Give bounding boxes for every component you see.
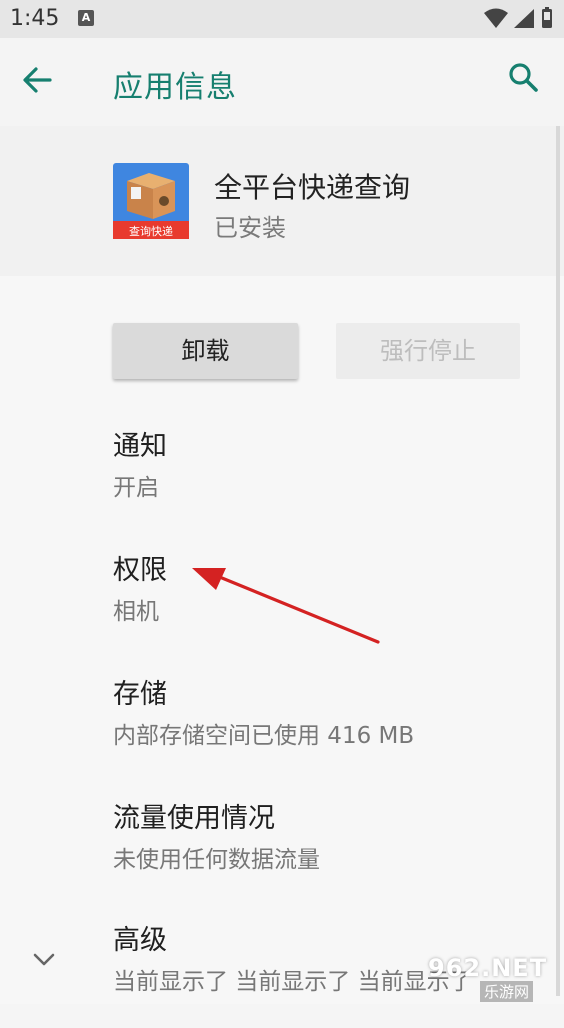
item-subtitle: 未使用任何数据流量 [113, 847, 320, 873]
app-name: 全平台快递查询 [214, 171, 411, 204]
item-subtitle: 相机 [113, 599, 159, 625]
battery-icon [542, 7, 552, 28]
item-title: 高级 [113, 925, 167, 956]
app-header: 查询快递 全平台快递查询 已安装 [0, 126, 564, 276]
app-icon-banner: 查询快递 [129, 224, 173, 238]
back-arrow-icon [23, 67, 52, 93]
data-usage-item[interactable]: 流量使用情况 未使用任何数据流量 [0, 796, 556, 906]
status-bar: 1:45 A [0, 0, 564, 38]
signal-icon [514, 9, 534, 28]
item-title: 权限 [113, 555, 167, 586]
page-title: 应用信息 [113, 70, 237, 105]
storage-item[interactable]: 存储 内部存储空间已使用 416 MB [0, 672, 556, 782]
search-icon [509, 63, 538, 92]
app-icon: 查询快递 [113, 163, 189, 239]
watermark-site: 962.NET [428, 954, 548, 982]
item-subtitle: 内部存储空间已使用 416 MB [113, 723, 415, 749]
search-button[interactable] [504, 58, 552, 106]
notification-icon: A [78, 10, 94, 26]
package-box-icon: 查询快递 [113, 163, 189, 239]
settings-content: 卸载 强行停止 通知 开启 权限 相机 存储 内部存储空间已使用 416 MB … [0, 276, 564, 1004]
item-subtitle: 当前显示了 当前显示了 当前显示了 [113, 969, 473, 995]
watermark-name: 乐游网 [480, 981, 534, 1002]
item-title: 通知 [113, 431, 167, 462]
watermark-logo: 962.NET 乐游网 [428, 954, 560, 1002]
scrollbar[interactable] [556, 126, 560, 996]
app-bar: 应用信息 [0, 38, 564, 126]
status-icons [482, 6, 556, 32]
notifications-item[interactable]: 通知 开启 [0, 424, 556, 534]
wifi-icon [484, 8, 508, 28]
chevron-down-icon [33, 953, 55, 966]
force-stop-button[interactable]: 强行停止 [336, 323, 520, 379]
status-time: 1:45 [10, 6, 60, 31]
item-title: 流量使用情况 [113, 803, 275, 834]
back-button[interactable] [18, 60, 66, 104]
item-title: 存储 [113, 679, 167, 710]
app-install-status: 已安装 [214, 214, 286, 242]
item-subtitle: 开启 [113, 475, 159, 501]
permissions-item[interactable]: 权限 相机 [0, 548, 556, 658]
uninstall-button[interactable]: 卸载 [113, 323, 298, 379]
